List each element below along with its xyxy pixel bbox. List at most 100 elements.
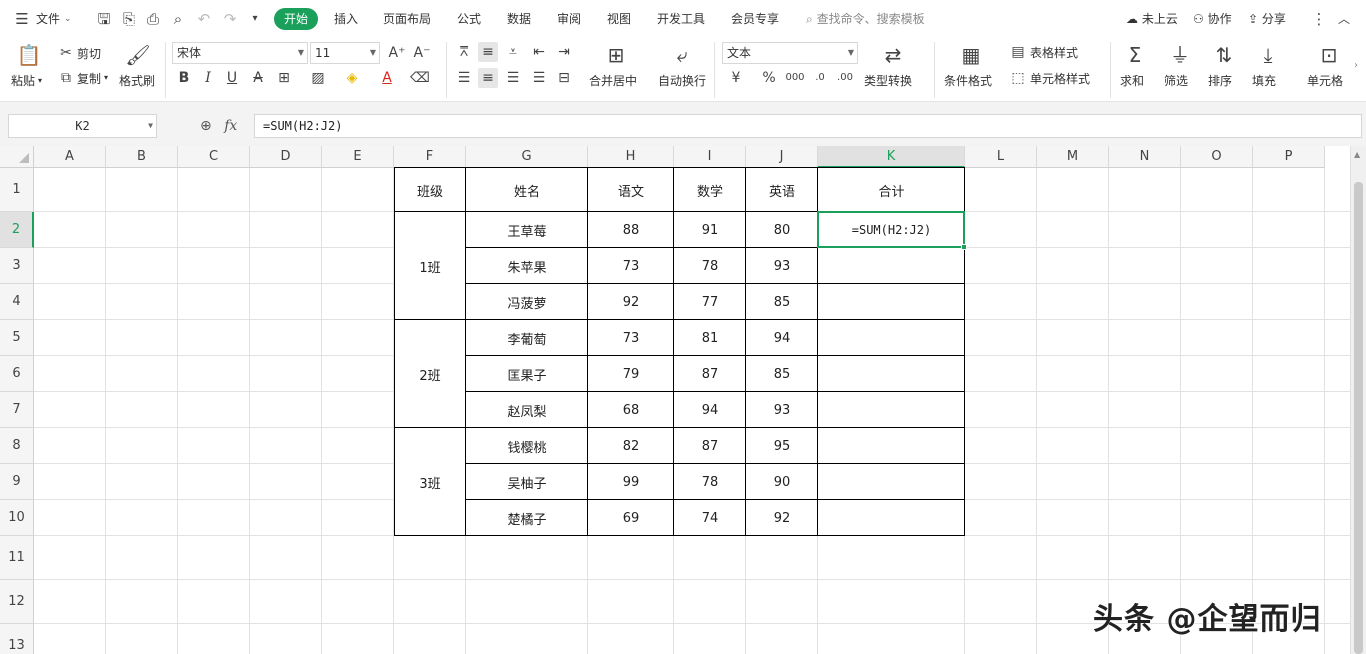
fill-pattern-icon[interactable]: ▨ bbox=[308, 68, 328, 88]
save-icon[interactable]: 🖫 bbox=[94, 9, 114, 29]
ribbon-scroll-right-icon[interactable]: › bbox=[1354, 60, 1358, 71]
student-name-cell[interactable]: 钱樱桃 bbox=[466, 428, 588, 464]
column-header-o[interactable]: O bbox=[1181, 146, 1253, 168]
copy-icon[interactable]: ⧉ bbox=[56, 68, 76, 88]
score-cell-chinese[interactable]: 79 bbox=[588, 356, 674, 392]
student-name-cell[interactable]: 吴柚子 bbox=[466, 464, 588, 500]
font-name-select[interactable]: 宋体 ▼ bbox=[172, 42, 308, 64]
score-cell-english[interactable]: 92 bbox=[746, 500, 818, 536]
tab-review[interactable]: 审阅 bbox=[557, 9, 581, 29]
score-cell-english[interactable]: 80 bbox=[746, 212, 818, 248]
class-merged-cell[interactable]: 2班 bbox=[394, 320, 466, 428]
currency-icon[interactable]: ¥ bbox=[726, 68, 746, 88]
fill-color-icon[interactable]: ◈ bbox=[342, 68, 362, 88]
header-cell-english[interactable]: 英语 bbox=[746, 168, 818, 212]
tab-page-layout[interactable]: 页面布局 bbox=[383, 9, 431, 29]
score-cell-english[interactable]: 94 bbox=[746, 320, 818, 356]
column-header-k[interactable]: K bbox=[818, 146, 965, 168]
score-cell-chinese[interactable]: 68 bbox=[588, 392, 674, 428]
strikethrough-icon[interactable]: A bbox=[248, 68, 268, 88]
quick-access-dropdown-icon[interactable]: ▾ bbox=[245, 9, 265, 29]
copy-button[interactable]: 复制 bbox=[77, 70, 101, 87]
score-cell-math[interactable]: 77 bbox=[674, 284, 746, 320]
align-top-icon[interactable]: ⩞ bbox=[454, 42, 474, 62]
score-cell-chinese[interactable]: 92 bbox=[588, 284, 674, 320]
cell-style-button[interactable]: 单元格样式 bbox=[1030, 70, 1090, 87]
worksheet-grid[interactable]: A B C D E F G H I J K L M N O P 1 2 3 4 5 6 7 8 9 10 11 12 13 班级 姓名 语文数… bbox=[0, 146, 1350, 654]
cell-button[interactable]: 单元格 bbox=[1307, 72, 1343, 89]
justify-icon[interactable]: ☰ bbox=[529, 68, 549, 88]
header-cell-total[interactable]: 合计 bbox=[818, 168, 965, 212]
thousands-icon[interactable]: 000 bbox=[785, 68, 805, 88]
student-name-cell[interactable]: 王草莓 bbox=[466, 212, 588, 248]
row-header-11[interactable]: 11 bbox=[0, 536, 34, 580]
column-header-b[interactable]: B bbox=[106, 146, 178, 168]
header-cell-class[interactable]: 班级 bbox=[394, 168, 466, 212]
wrap-text-button[interactable]: 自动换行 bbox=[658, 72, 706, 89]
command-search[interactable]: ⌕ 查找命令、搜索模板 bbox=[806, 9, 925, 29]
scroll-up-icon[interactable]: ▲ bbox=[1354, 150, 1360, 159]
underline-icon[interactable]: U bbox=[222, 68, 242, 88]
more-icon[interactable]: ⋮ bbox=[1309, 9, 1329, 29]
paste-icon[interactable]: 📋 bbox=[16, 42, 42, 68]
student-name-cell[interactable]: 冯菠萝 bbox=[466, 284, 588, 320]
sum-button[interactable]: 求和 bbox=[1120, 72, 1144, 89]
column-header-g[interactable]: G bbox=[466, 146, 588, 168]
score-cell-math[interactable]: 78 bbox=[674, 248, 746, 284]
score-cell-chinese[interactable]: 82 bbox=[588, 428, 674, 464]
score-cell-chinese[interactable]: 99 bbox=[588, 464, 674, 500]
redo-icon[interactable]: ↷ bbox=[220, 9, 240, 29]
column-header-m[interactable]: M bbox=[1037, 146, 1109, 168]
tab-insert[interactable]: 插入 bbox=[334, 9, 358, 29]
merge-center-icon[interactable]: ⊞ bbox=[603, 42, 629, 68]
row-header-10[interactable]: 10 bbox=[0, 500, 34, 536]
class-merged-cell[interactable]: 3班 bbox=[394, 428, 466, 536]
score-cell-english[interactable]: 85 bbox=[746, 356, 818, 392]
filter-icon[interactable]: ⏚ bbox=[1167, 42, 1193, 68]
fill-handle[interactable] bbox=[961, 244, 967, 250]
font-size-select[interactable]: 11 ▼ bbox=[310, 42, 380, 64]
decrease-decimal-icon[interactable]: .00 bbox=[835, 68, 855, 88]
cell-style-icon[interactable]: ⬚ bbox=[1008, 68, 1028, 88]
column-header-i[interactable]: I bbox=[674, 146, 746, 168]
paste-dropdown-icon[interactable]: ▾ bbox=[38, 76, 42, 85]
share-button[interactable]: ⇪ 分享 bbox=[1248, 9, 1286, 29]
tab-view[interactable]: 视图 bbox=[607, 9, 631, 29]
score-cell-english[interactable]: 93 bbox=[746, 392, 818, 428]
row-header-2[interactable]: 2 bbox=[0, 212, 34, 248]
sort-icon[interactable]: ⇅ bbox=[1211, 42, 1237, 68]
score-cell-chinese[interactable]: 88 bbox=[588, 212, 674, 248]
formula-input[interactable]: =SUM(H2:J2) bbox=[254, 114, 1362, 138]
column-header-d[interactable]: D bbox=[250, 146, 322, 168]
zoom-icon[interactable]: ⊕ bbox=[200, 118, 212, 134]
row-header-8[interactable]: 8 bbox=[0, 428, 34, 464]
tab-formulas[interactable]: 公式 bbox=[457, 9, 481, 29]
row-header-9[interactable]: 9 bbox=[0, 464, 34, 500]
table-style-icon[interactable]: ▤ bbox=[1008, 42, 1028, 62]
undo-icon[interactable]: ↶ bbox=[194, 9, 214, 29]
copy-dropdown-icon[interactable]: ▾ bbox=[104, 73, 108, 82]
align-left-icon[interactable]: ☰ bbox=[454, 68, 474, 88]
decrease-indent-icon[interactable]: ⇤ bbox=[529, 42, 549, 62]
type-convert-button[interactable]: 类型转换 bbox=[864, 72, 912, 89]
type-convert-icon[interactable]: ⇄ bbox=[880, 42, 906, 68]
font-color-icon[interactable]: A bbox=[377, 68, 397, 88]
header-cell-math[interactable]: 数学 bbox=[674, 168, 746, 212]
score-cell-chinese[interactable]: 73 bbox=[588, 248, 674, 284]
score-cell-math[interactable]: 74 bbox=[674, 500, 746, 536]
column-header-e[interactable]: E bbox=[322, 146, 394, 168]
align-center-icon[interactable]: ≡ bbox=[478, 68, 498, 88]
tab-home[interactable]: 开始 bbox=[274, 8, 319, 30]
class-merged-cell[interactable]: 1班 bbox=[394, 212, 466, 320]
column-header-a[interactable]: A bbox=[34, 146, 106, 168]
fill-icon[interactable]: ⤓ bbox=[1255, 42, 1281, 68]
row-header-5[interactable]: 5 bbox=[0, 320, 34, 356]
align-bottom-icon[interactable]: ⩡ bbox=[503, 42, 523, 62]
row-header-6[interactable]: 6 bbox=[0, 356, 34, 392]
print-icon[interactable]: ⎙ bbox=[143, 9, 163, 29]
format-painter-icon[interactable]: 🖌 bbox=[125, 42, 151, 68]
clear-format-icon[interactable]: ⌫ bbox=[410, 68, 430, 88]
fx-icon[interactable]: fx bbox=[224, 118, 237, 134]
row-header-4[interactable]: 4 bbox=[0, 284, 34, 320]
cell-icon[interactable]: ⊡ bbox=[1316, 42, 1342, 68]
